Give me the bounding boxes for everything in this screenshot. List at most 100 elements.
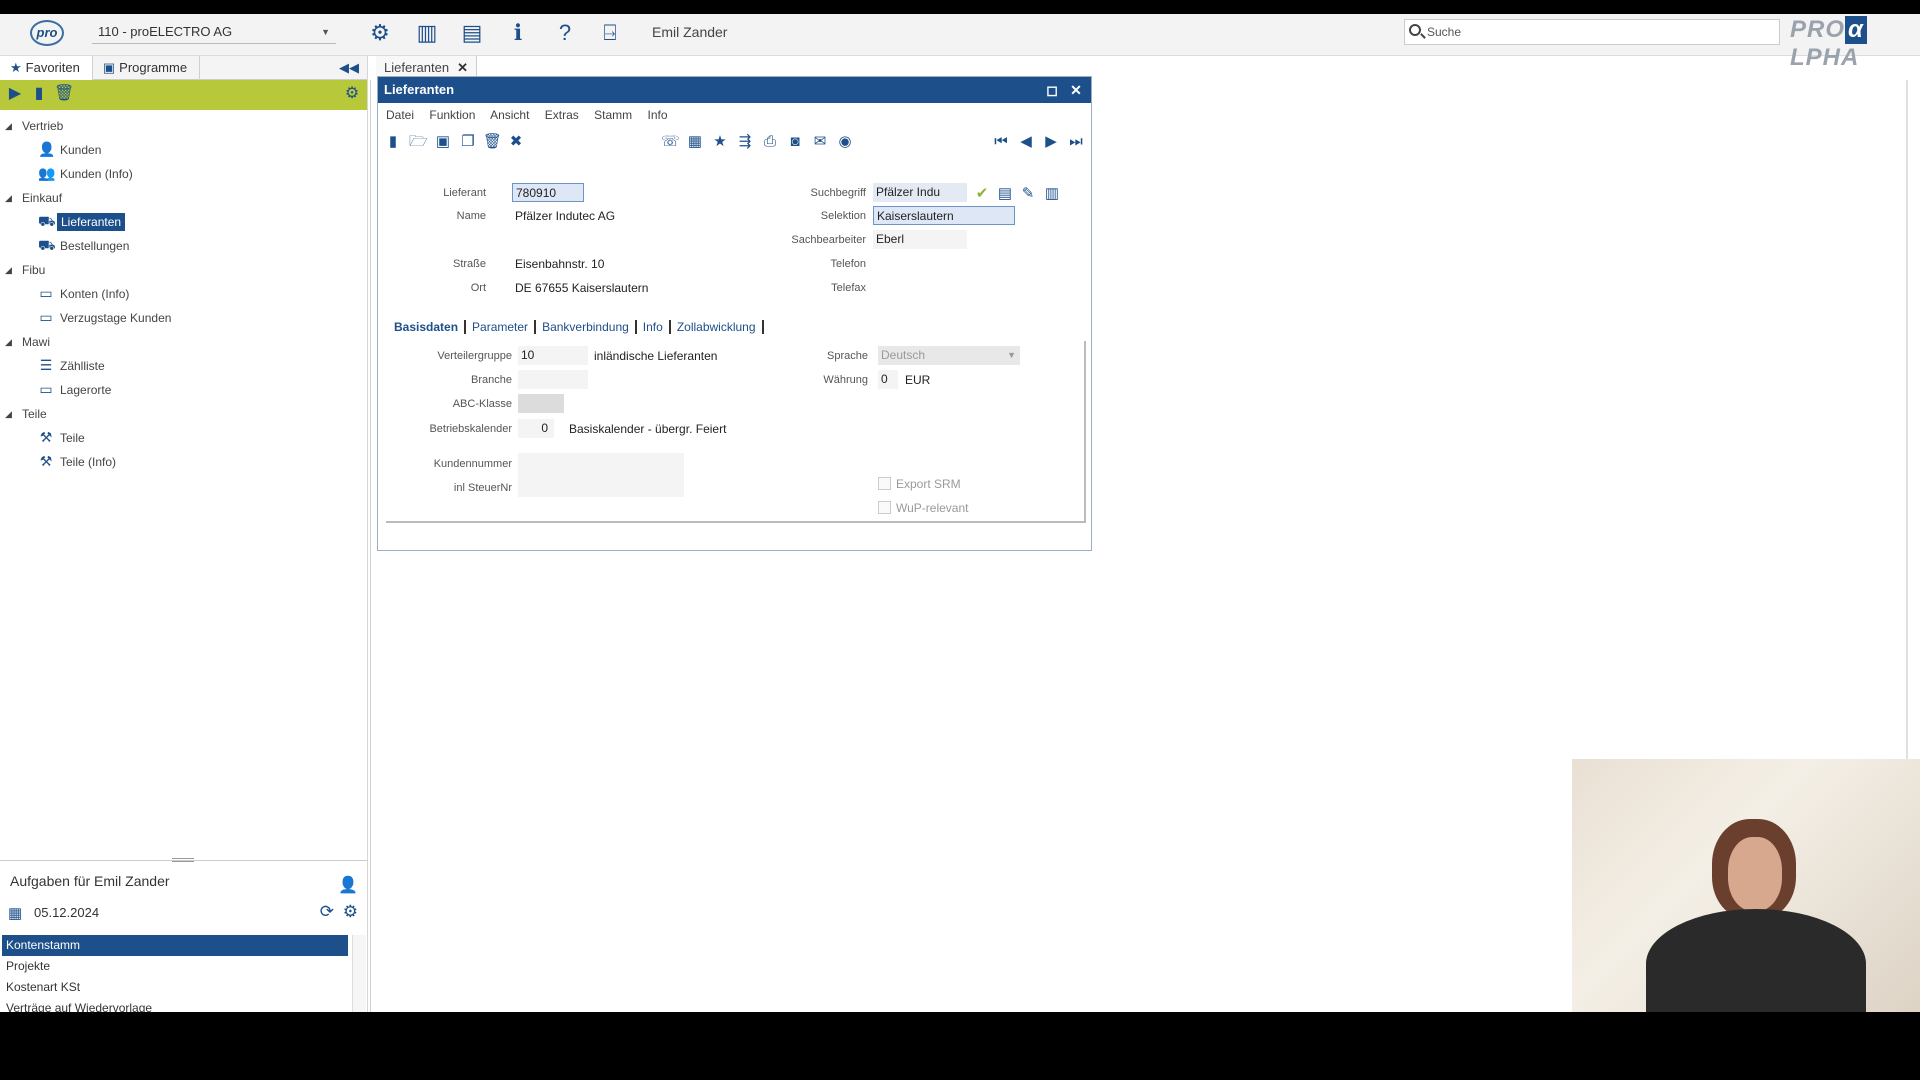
tree-item-bestellungen[interactable]: ⛟ Bestellungen — [0, 234, 367, 258]
gear-icon[interactable]: ⚙ — [343, 902, 358, 922]
logout-icon[interactable]: ⍈ — [596, 19, 624, 47]
info-icon[interactable]: ℹ — [504, 19, 532, 47]
user-icon[interactable]: 👤 — [338, 875, 358, 895]
first-record-icon[interactable]: ⏮ — [992, 133, 1010, 151]
last-record-icon[interactable]: ⏭ — [1067, 133, 1085, 151]
search-input[interactable]: Suche — [1404, 19, 1780, 45]
new-document-icon[interactable]: ▮ — [30, 85, 48, 103]
tree-item-teile-info[interactable]: ⚒ Teile (Info) — [0, 450, 367, 474]
tab-bankverbindung[interactable]: Bankverbindung — [536, 320, 637, 334]
pro-logo[interactable]: pro — [30, 20, 64, 46]
abc-klasse-select[interactable] — [518, 394, 564, 413]
selektion-input[interactable]: Kaiserslautern — [873, 206, 1015, 225]
tree-group-einkauf[interactable]: ◢ Einkauf — [0, 186, 367, 210]
print-icon[interactable]: ⎙ — [761, 133, 779, 151]
waehrung-input[interactable]: 0 — [878, 370, 898, 389]
task-list-scrollbar[interactable] — [352, 935, 366, 1012]
resize-grip[interactable] — [172, 858, 194, 862]
tree-item-kunden-info[interactable]: 👥 Kunden (Info) — [0, 162, 367, 186]
notes-icon[interactable]: ▥ — [1043, 185, 1061, 203]
tree-item-kunden[interactable]: 👤 Kunden — [0, 138, 367, 162]
help-icon[interactable]: ? — [551, 19, 579, 47]
collapse-panel-icon[interactable]: ◀◀ — [339, 60, 359, 76]
menu-extras[interactable]: Extras — [545, 108, 579, 122]
tab-basisdaten[interactable]: Basisdaten — [388, 320, 467, 334]
lieferant-input[interactable]: 780910 — [512, 183, 584, 202]
branche-input[interactable] — [518, 370, 588, 389]
betriebskalender-input[interactable]: 0 — [518, 419, 554, 438]
task-item[interactable]: Kostenart KSt — [2, 977, 348, 998]
menu-stamm[interactable]: Stamm — [594, 108, 632, 122]
task-item[interactable]: Projekte — [2, 956, 348, 977]
menu-datei[interactable]: Datei — [386, 108, 414, 122]
tree-item-zaehlliste[interactable]: ☰ Zählliste — [0, 354, 367, 378]
verteilergruppe-input[interactable]: 10 — [518, 346, 588, 365]
tree-item-lieferanten[interactable]: ⛟ Lieferanten — [0, 210, 367, 234]
star-icon[interactable]: ★ — [711, 133, 729, 151]
menu-ansicht[interactable]: Ansicht — [490, 108, 529, 122]
menu-info[interactable]: Info — [647, 108, 667, 122]
tree-group-mawi[interactable]: ◢ Mawi — [0, 330, 367, 354]
tree-item-verzugstage-kunden[interactable]: ▭ Verzugstage Kunden — [0, 306, 367, 330]
webcam-overlay — [1572, 759, 1920, 1012]
open-folder-icon[interactable]: 🗁 — [409, 133, 428, 151]
tab-programme[interactable]: ▣ Programme — [93, 55, 201, 80]
workspace-scrollbar[interactable] — [1906, 80, 1908, 820]
window-layout-icon[interactable]: ▤ — [458, 19, 486, 47]
copy-icon[interactable]: ❐ — [459, 133, 477, 151]
delete-icon[interactable]: 🗑 — [483, 133, 502, 151]
play-icon[interactable]: ▶ — [6, 85, 24, 103]
task-item[interactable]: Verträge auf Wiedervorlage — [2, 998, 348, 1012]
wup-relevant-label: WuP-relevant — [896, 501, 969, 515]
sprache-select[interactable]: Deutsch ▼ — [878, 346, 1020, 365]
mail-icon[interactable]: ✉ — [811, 133, 829, 151]
new-icon[interactable]: ▮ — [384, 133, 402, 151]
kundennummer-input[interactable] — [518, 453, 684, 497]
proalpha-logo: PRO αLPHA — [1790, 16, 1920, 72]
suchbegriff-label: Suchbegriff — [810, 187, 866, 199]
export-srm-checkbox[interactable] — [878, 477, 891, 490]
tab-parameter[interactable]: Parameter — [466, 320, 537, 334]
wup-relevant-checkbox[interactable] — [878, 501, 891, 514]
save-icon[interactable]: ▣ — [434, 133, 452, 151]
forward-icon[interactable]: ⇶ — [736, 133, 754, 151]
close-icon[interactable]: ✕ — [1067, 77, 1085, 103]
tab-favoriten[interactable]: ★ Favoriten — [0, 55, 93, 80]
next-record-icon[interactable]: ▶ — [1042, 133, 1060, 151]
company-select[interactable]: 110 - proELECTRO AG ▼ — [92, 20, 336, 44]
refresh-icon[interactable]: ⟳ — [320, 902, 334, 922]
tasks-date: 05.12.2024 — [34, 905, 100, 920]
maximize-icon[interactable]: ◻ — [1043, 77, 1061, 103]
calendar-icon[interactable]: ▦ — [686, 133, 704, 151]
close-tab-icon[interactable]: ✕ — [457, 60, 468, 75]
tab-info[interactable]: Info — [637, 320, 671, 334]
tasks-title: Aufgaben für Emil Zander — [10, 873, 170, 889]
tree-item-teile[interactable]: ⚒ Teile — [0, 426, 367, 450]
tree-group-vertrieb[interactable]: ◢ Vertrieb — [0, 114, 367, 138]
trash-icon[interactable]: 🗑 — [54, 85, 74, 103]
waehrung-label: Währung — [823, 374, 868, 386]
tab-zollabwicklung[interactable]: Zollabwicklung — [671, 320, 764, 334]
fax-icon[interactable]: ◙ — [786, 133, 804, 151]
previous-record-icon[interactable]: ◀ — [1017, 133, 1035, 151]
document-icon[interactable]: ▤ — [996, 185, 1014, 203]
check-icon[interactable]: ✔ — [973, 185, 991, 203]
globe-icon[interactable]: ◉ — [836, 133, 854, 151]
presenter-face — [1728, 837, 1782, 911]
tree-item-lagerorte[interactable]: ▭ Lagerorte — [0, 378, 367, 402]
tree-group-fibu[interactable]: ◢ Fibu — [0, 258, 367, 282]
suchbegriff-input[interactable]: Pfälzer Indu — [873, 183, 967, 202]
settings-gear-icon[interactable]: ⚙ — [366, 19, 394, 47]
verteilergruppe-label: Verteilergruppe — [437, 350, 512, 362]
cancel-icon[interactable]: ✖ — [507, 133, 525, 151]
edit-document-icon[interactable]: ✎ — [1019, 185, 1037, 203]
tree-item-konten-info[interactable]: ▭ Konten (Info) — [0, 282, 367, 306]
gear-icon[interactable]: ⚙ — [343, 85, 361, 103]
phone-icon[interactable]: ☏ — [661, 133, 680, 151]
panel-layout-icon[interactable]: ▥ — [413, 19, 441, 47]
tree-group-teile[interactable]: ◢ Teile — [0, 402, 367, 426]
sachbearbeiter-input[interactable]: Eberl — [873, 230, 967, 249]
task-item[interactable]: Kontenstamm — [2, 935, 348, 956]
menu-funktion[interactable]: Funktion — [429, 108, 475, 122]
calendar-icon[interactable]: ▦ — [8, 904, 22, 922]
